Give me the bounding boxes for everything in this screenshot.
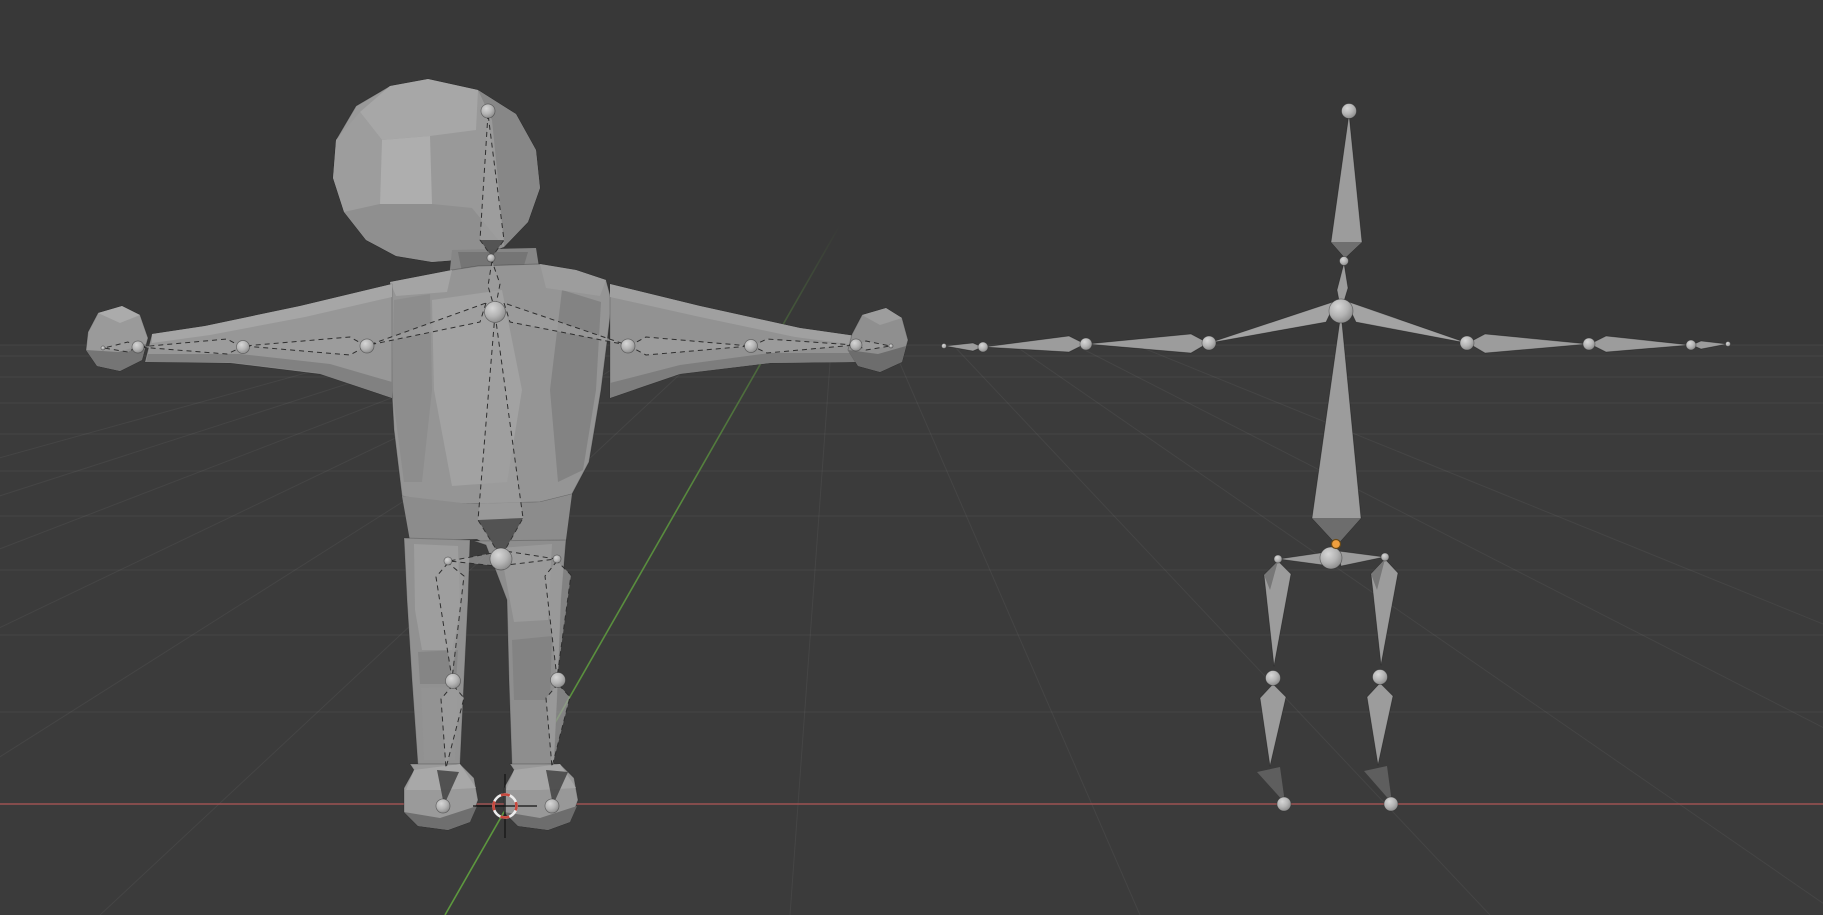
mesh-leg-r-dark[interactable] — [512, 636, 552, 700]
skel-joint-hand-tip-l[interactable] — [942, 344, 947, 349]
skel-bone-shin-r[interactable] — [1367, 683, 1393, 765]
char-joint-chest[interactable] — [485, 302, 506, 323]
skel-joint-wrist-r[interactable] — [1686, 340, 1696, 350]
char-joint-ankle-l[interactable] — [436, 799, 450, 813]
char-joint-elbow-l[interactable] — [237, 341, 250, 354]
skel-bone-hip-r[interactable] — [1338, 551, 1384, 566]
skel-joint-elbow-l[interactable] — [1080, 338, 1092, 350]
char-joint-neck[interactable] — [487, 254, 495, 262]
above-horizon-shade — [0, 0, 1823, 345]
sky-shade — [0, 0, 1823, 345]
grid-d — [953, 345, 1490, 915]
grid-d — [1014, 345, 1823, 915]
char-joint-hand-tip-r[interactable] — [889, 344, 893, 348]
char-joint-shoulder-r[interactable] — [621, 339, 635, 353]
skel-joint-elbow-r[interactable] — [1583, 338, 1595, 350]
skel-joint-knee-l[interactable] — [1266, 671, 1281, 686]
skel-joint-hand-tip-r[interactable] — [1726, 342, 1731, 347]
skel-joint-pelvis[interactable] — [1320, 547, 1342, 569]
char-joint-wrist-r[interactable] — [850, 339, 862, 351]
skel-joint-chest[interactable] — [1329, 299, 1353, 323]
skel-joint-ankle-l[interactable] — [1277, 797, 1291, 811]
char-joint-wrist-l[interactable] — [132, 341, 144, 353]
skel-bone-shin-l[interactable] — [1260, 684, 1286, 766]
mesh-head-front[interactable] — [380, 136, 432, 204]
skel-joint-shoulder-r[interactable] — [1460, 336, 1474, 350]
char-joint-hip-r[interactable] — [553, 555, 561, 563]
grid-d — [1075, 345, 1823, 915]
skel-joint-neck[interactable] — [1340, 257, 1349, 266]
skel-bone-spine[interactable] — [1312, 313, 1361, 545]
viewport-3d[interactable] — [0, 0, 1823, 915]
char-joint-hand-tip-l[interactable] — [101, 346, 105, 350]
char-joint-ankle-r[interactable] — [545, 799, 559, 813]
grid-d — [892, 345, 1140, 915]
skel-joint-hip-l[interactable] — [1274, 555, 1282, 563]
skel-joint-shoulder-l[interactable] — [1202, 336, 1216, 350]
char-joint-shoulder-l[interactable] — [360, 339, 374, 353]
char-joint-elbow-r[interactable] — [745, 340, 758, 353]
char-joint-pelvis[interactable] — [490, 548, 512, 570]
viewport-scene[interactable] — [0, 0, 1823, 915]
skel-joint-wrist-l[interactable] — [978, 342, 988, 352]
floor-grid — [0, 345, 1823, 915]
char-joint-head-tip[interactable] — [481, 104, 495, 118]
char-joint-hip-l[interactable] — [444, 557, 452, 565]
grid-d — [1136, 345, 1823, 915]
skel-joint-knee-r[interactable] — [1373, 670, 1388, 685]
skel-joint-head-tip[interactable] — [1342, 104, 1357, 119]
skel-joint-ankle-r[interactable] — [1384, 797, 1398, 811]
char-joint-knee-l[interactable] — [446, 674, 461, 689]
skel-joint-hip-r[interactable] — [1381, 553, 1389, 561]
grid-d — [790, 345, 831, 915]
char-joint-knee-r[interactable] — [551, 673, 566, 688]
skel-origin-dot[interactable] — [1332, 540, 1341, 549]
